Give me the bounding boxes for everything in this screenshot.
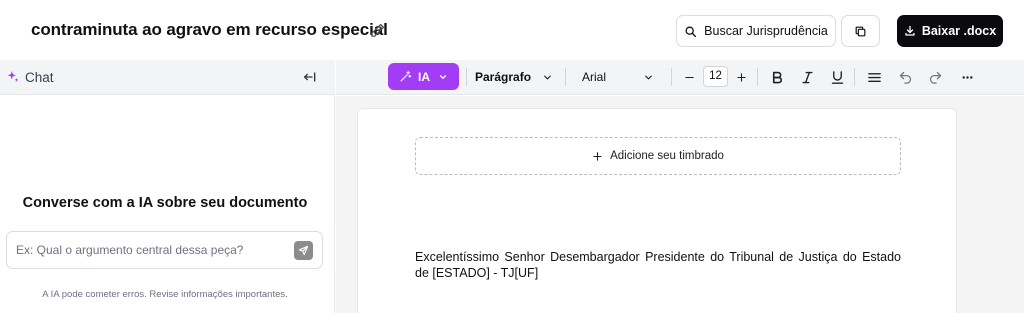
paragraph-style-value: Parágrafo (475, 70, 532, 84)
chat-panel: Chat Converse com a IA sobre seu documen… (0, 60, 335, 313)
more-icon (962, 75, 972, 79)
edit-icon[interactable] (369, 22, 386, 39)
chat-input[interactable] (16, 241, 286, 259)
download-docx-button[interactable]: Baixar .docx (897, 15, 1003, 47)
plus-icon (736, 72, 746, 82)
document-canvas: Adicione seu timbrado Excelentíssimo Sen… (336, 96, 1024, 313)
document-title: contraminuta ao agravo em recurso especi… (31, 20, 388, 39)
increase-font-size-button[interactable] (732, 68, 750, 86)
font-size-input[interactable]: 12 (703, 66, 728, 87)
collapse-panel-icon[interactable] (302, 70, 318, 84)
more-options-button[interactable] (958, 68, 976, 86)
ai-disclaimer: A IA pode cometer erros. Revise informaç… (42, 289, 288, 300)
font-family-select[interactable]: Arial (582, 65, 654, 89)
send-icon (298, 245, 309, 256)
undo-button[interactable] (896, 68, 914, 86)
chat-title: Chat (25, 70, 54, 85)
chevron-down-icon (439, 74, 447, 79)
search-jurisprudence-label: Buscar Jurisprudência (704, 24, 828, 38)
decrease-font-size-button[interactable] (680, 68, 698, 86)
download-docx-label: Baixar .docx (921, 24, 997, 38)
editor-toolbar: IA Parágrafo Arial 12 (336, 60, 1024, 95)
toolbar-divider (565, 68, 566, 86)
ia-button[interactable]: IA (388, 63, 459, 90)
document-body-text[interactable]: Excelentíssimo Senhor Desembargador Pres… (415, 249, 901, 281)
redo-button[interactable] (926, 68, 944, 86)
chevron-down-icon (645, 75, 652, 79)
chat-heading: Converse com a IA sobre seu documento (22, 195, 308, 211)
toolbar-divider (854, 68, 855, 86)
italic-icon (801, 71, 813, 83)
toolbar-divider (466, 68, 467, 86)
search-jurisprudence-button[interactable]: Buscar Jurisprudência (676, 15, 836, 47)
undo-icon (899, 71, 911, 84)
plus-icon (593, 151, 602, 161)
add-letterhead-button[interactable]: Adicione seu timbrado (415, 137, 901, 175)
add-letterhead-label: Adicione seu timbrado (610, 150, 724, 162)
chevron-down-icon (544, 75, 551, 79)
underline-icon (831, 70, 843, 84)
download-icon (905, 25, 915, 36)
send-button[interactable] (294, 241, 313, 260)
document-page: Adicione seu timbrado Excelentíssimo Sen… (357, 108, 957, 313)
align-button[interactable] (865, 68, 883, 86)
minus-icon (684, 76, 694, 78)
bold-button[interactable] (768, 68, 786, 86)
toolbar-divider (671, 68, 672, 86)
chat-input-container (6, 231, 323, 269)
bold-icon (772, 71, 782, 83)
magic-wand-icon (400, 71, 412, 82)
copy-icon (855, 26, 866, 36)
redo-icon (929, 71, 941, 84)
italic-button[interactable] (798, 68, 816, 86)
paragraph-style-select[interactable]: Parágrafo (475, 65, 553, 89)
underline-button[interactable] (828, 68, 846, 86)
sparkle-icon (7, 71, 19, 82)
copy-button[interactable] (841, 15, 880, 47)
search-icon (685, 26, 697, 37)
ia-label: IA (418, 69, 430, 84)
top-header: contraminuta ao agravo em recurso especi… (0, 0, 1024, 60)
align-icon (867, 72, 881, 82)
font-family-value: Arial (582, 70, 607, 84)
chat-panel-header: Chat (0, 60, 335, 95)
toolbar-divider (757, 68, 758, 86)
